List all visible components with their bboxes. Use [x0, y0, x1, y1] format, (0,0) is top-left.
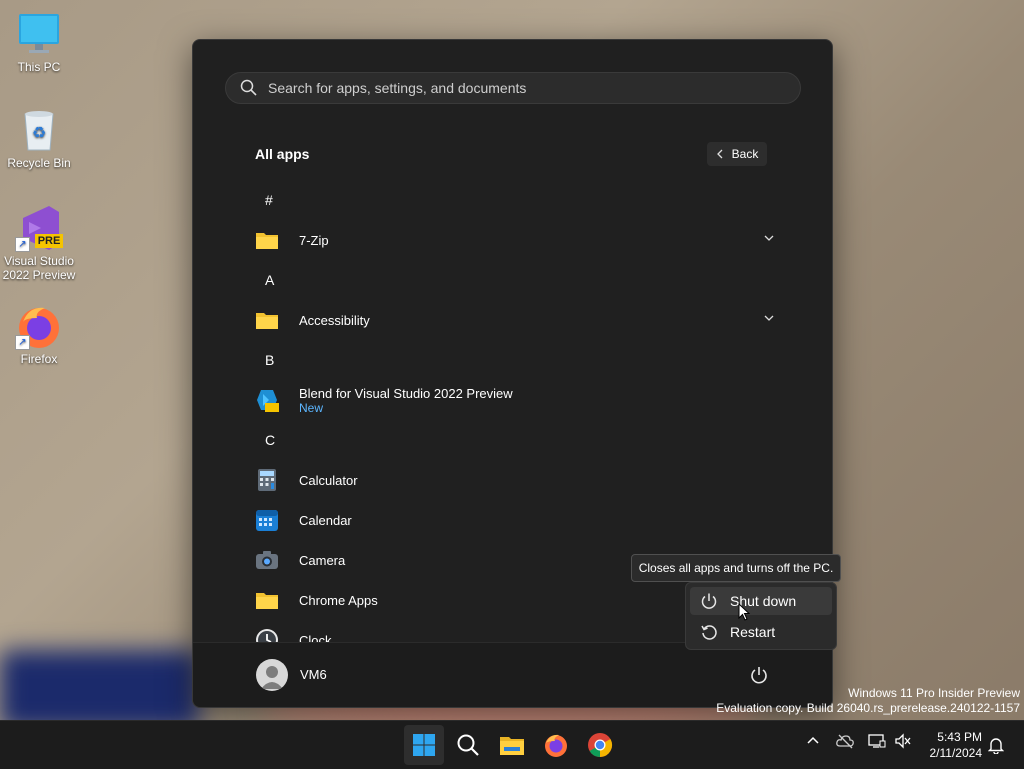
onedrive-offline-icon[interactable] — [836, 733, 854, 749]
restart-icon — [701, 625, 717, 640]
chevron-down-icon[interactable] — [763, 232, 775, 244]
app-name: Chrome Apps — [299, 592, 378, 608]
network-icon[interactable] — [868, 733, 886, 749]
app-name: Accessibility — [299, 312, 370, 328]
shutdown-tooltip: Closes all apps and turns off the PC. — [631, 554, 841, 582]
app-name: 7-Zip — [299, 232, 329, 248]
app-name: Blend for Visual Studio 2022 Preview — [299, 385, 513, 401]
app-item-calculator[interactable]: Calculator — [255, 462, 775, 498]
app-item-calendar[interactable]: Calendar — [255, 502, 775, 538]
taskbar-firefox[interactable] — [536, 725, 576, 765]
app-name: Calendar — [299, 512, 352, 528]
firefox-icon — [545, 734, 567, 757]
taskbar: 5:43 PM 2/11/2024 — [0, 720, 1024, 769]
svg-text:♻: ♻ — [32, 123, 46, 142]
calculator-icon — [255, 468, 279, 492]
calendar-icon — [255, 508, 279, 532]
desktop-icon-label: This PC — [17, 60, 61, 74]
letter-header[interactable]: # — [265, 192, 273, 208]
taskbar-chrome[interactable] — [580, 725, 620, 765]
new-badge: New — [299, 400, 324, 415]
clock-time: 5:43 PM — [937, 730, 982, 744]
app-item-blend[interactable]: Blend for Visual Studio 2022 Preview New — [255, 382, 775, 418]
firefox-icon: ↗ — [15, 302, 63, 350]
blend-icon — [255, 388, 279, 412]
desktop-icon-label: Firefox — [20, 352, 58, 366]
folder-icon — [255, 588, 279, 612]
letter-header[interactable]: C — [265, 432, 275, 448]
file-explorer-icon — [500, 737, 524, 755]
letter-header[interactable]: A — [265, 272, 274, 288]
taskbar-file-explorer[interactable] — [492, 725, 532, 765]
chevron-left-icon — [716, 149, 723, 159]
evaluation-watermark: Windows 11 Pro Insider Preview Evaluatio… — [716, 686, 1020, 716]
power-icon[interactable] — [749, 665, 769, 685]
desktop-icon-label: Visual Studio 2022 Preview — [2, 254, 76, 282]
watermark-line-1: Windows 11 Pro Insider Preview — [848, 686, 1020, 700]
folder-icon — [255, 308, 279, 332]
taskbar-clock[interactable]: 5:43 PM 2/11/2024 — [920, 729, 983, 761]
visual-studio-icon: PRE ↗ — [15, 204, 63, 252]
volume-muted-icon[interactable] — [894, 733, 912, 749]
taskbar-search-button[interactable] — [448, 725, 488, 765]
app-name: Calculator — [299, 472, 358, 488]
back-label: Back — [731, 147, 759, 161]
watermark-line-2: Evaluation copy. Build 26040.rs_prerelea… — [716, 701, 1020, 715]
power-icon — [701, 593, 717, 609]
app-item-accessibility[interactable]: Accessibility — [255, 302, 775, 338]
desktop-icon-firefox[interactable]: ↗ Firefox — [2, 302, 76, 366]
restart-label: Restart — [730, 624, 776, 640]
chrome-icon — [588, 733, 613, 757]
desktop-icon-recycle-bin[interactable]: ♻ Recycle Bin — [2, 106, 76, 170]
notification-bell-icon[interactable] — [988, 736, 1004, 754]
chevron-up-icon[interactable] — [806, 733, 820, 747]
wallpaper-shape — [0, 650, 200, 730]
shortcut-arrow-icon: ↗ — [15, 335, 30, 350]
pre-badge: PRE — [37, 235, 61, 247]
shortcut-arrow-icon: ↗ — [15, 237, 30, 252]
start-search-box[interactable]: Search for apps, settings, and documents — [225, 72, 801, 104]
app-name: Camera — [299, 552, 346, 568]
app-item-7zip[interactable]: 7-Zip — [255, 222, 775, 258]
all-apps-title: All apps — [255, 146, 310, 162]
app-text: Blend for Visual Studio 2022 Preview New — [299, 386, 513, 415]
restart-menu-item[interactable]: Restart — [690, 618, 832, 646]
user-name[interactable]: VM6 — [300, 667, 327, 682]
search-placeholder: Search for apps, settings, and documents — [268, 80, 527, 96]
folder-icon — [255, 228, 279, 252]
search-icon — [457, 734, 479, 756]
monitor-icon — [15, 10, 63, 58]
desktop-icon-this-pc[interactable]: This PC — [2, 10, 76, 74]
clock-date: 2/11/2024 — [929, 746, 983, 760]
camera-icon — [255, 548, 279, 572]
desktop-icon-label: Recycle Bin — [7, 156, 71, 170]
chevron-down-icon[interactable] — [763, 312, 775, 324]
search-icon — [240, 79, 257, 96]
start-button[interactable] — [404, 725, 444, 765]
windows-logo-icon — [413, 734, 435, 756]
power-menu: Shut down Restart — [685, 582, 837, 650]
shut-down-menu-item[interactable]: Shut down — [690, 587, 832, 615]
letter-header[interactable]: B — [265, 352, 274, 368]
recycle-bin-icon: ♻ — [15, 106, 63, 154]
back-button[interactable]: Back — [707, 142, 767, 166]
mouse-cursor-icon — [738, 603, 750, 621]
desktop-icon-visual-studio[interactable]: PRE ↗ Visual Studio 2022 Preview — [2, 204, 76, 282]
user-avatar[interactable] — [256, 659, 288, 691]
